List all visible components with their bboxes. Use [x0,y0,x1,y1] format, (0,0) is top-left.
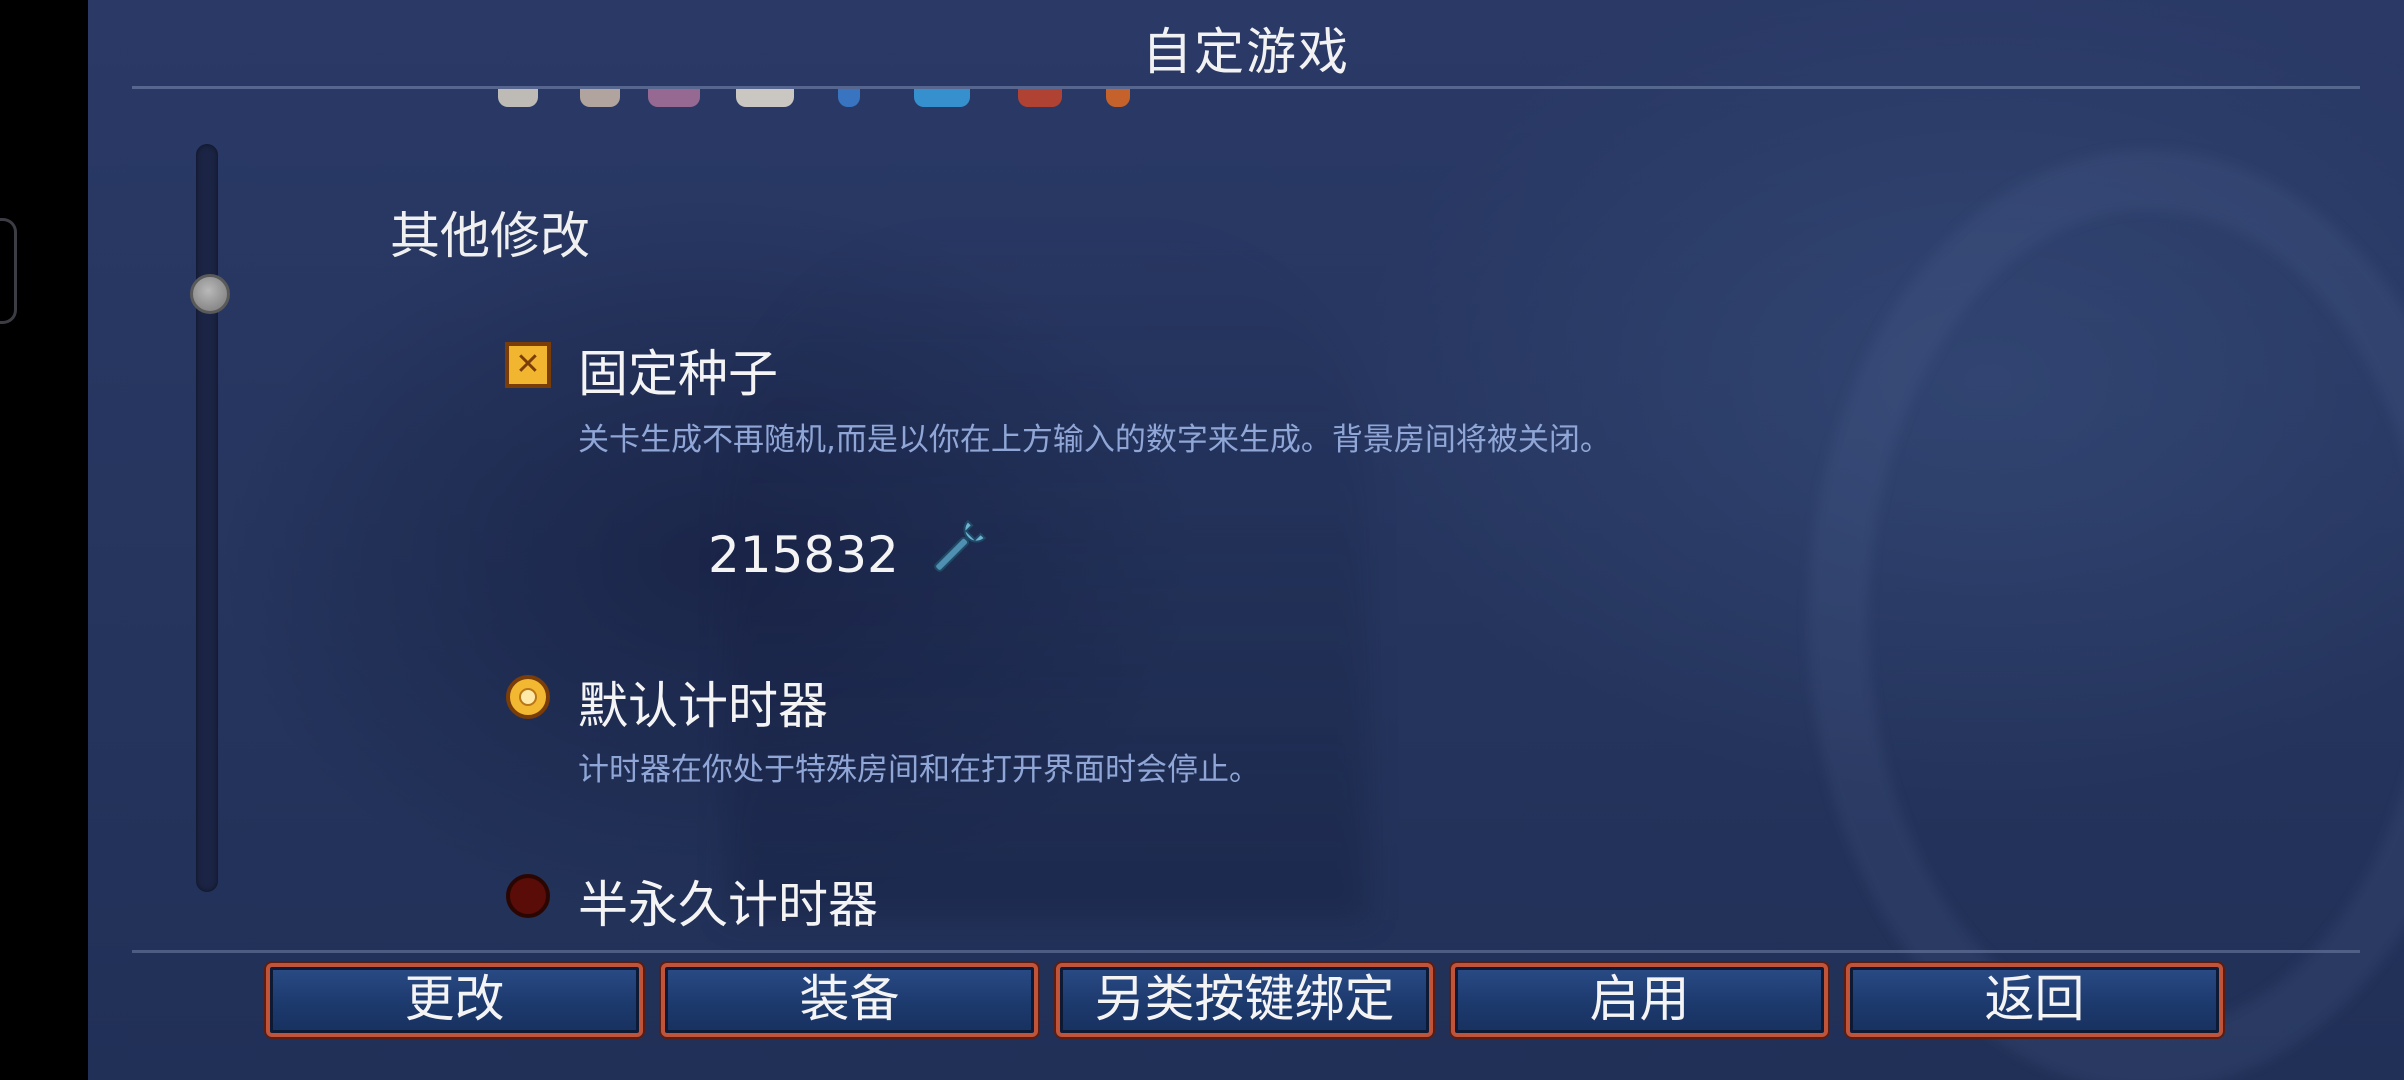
partially-visible-icon [838,89,860,107]
scrollbar-track[interactable] [196,144,218,892]
partially-visible-icon [648,89,700,107]
partially-visible-icon [498,89,538,107]
semi-permanent-timer-label[interactable]: 半永久计时器 [578,865,878,937]
fixed-seed-checkbox[interactable]: ✕ [505,342,551,388]
partially-visible-icon [1106,89,1130,107]
partially-visible-icon [736,89,794,107]
back-button[interactable]: 返回 [1846,963,2223,1037]
partially-visible-icon [1018,89,1062,107]
default-timer-label[interactable]: 默认计时器 [578,666,828,738]
scrollbar-thumb[interactable] [190,274,230,314]
alt-keybind-button[interactable]: 另类按键绑定 [1056,963,1433,1037]
checked-x-icon: ✕ [515,347,541,382]
wrench-icon[interactable] [928,516,988,580]
game-screen: 自定游戏 其他修改 ✕ 固定种子 关卡生成不再随机,而是以你在上方输入的数字来生… [88,0,2404,1080]
seed-value[interactable]: 215832 [708,526,899,584]
equip-button[interactable]: 装备 [661,963,1038,1037]
fixed-seed-description: 关卡生成不再随机,而是以你在上方输入的数字来生成。背景房间将被关闭。 [578,422,1611,458]
enable-button[interactable]: 启用 [1451,963,1828,1037]
radio-selected-dot [519,688,537,706]
device-notch [0,218,17,324]
semi-permanent-timer-radio[interactable] [506,874,550,918]
device-left-bar [0,0,88,1080]
change-button[interactable]: 更改 [266,963,643,1037]
default-timer-description: 计时器在你处于特殊房间和在打开界面时会停止。 [578,752,1260,788]
partially-visible-icon [914,89,970,107]
default-timer-radio[interactable] [506,675,550,719]
partially-visible-icon [580,89,620,107]
fixed-seed-label[interactable]: 固定种子 [578,334,778,406]
page-title: 自定游戏 [1142,23,1350,81]
section-title: 其他修改 [390,207,590,265]
footer-divider [132,950,2360,953]
